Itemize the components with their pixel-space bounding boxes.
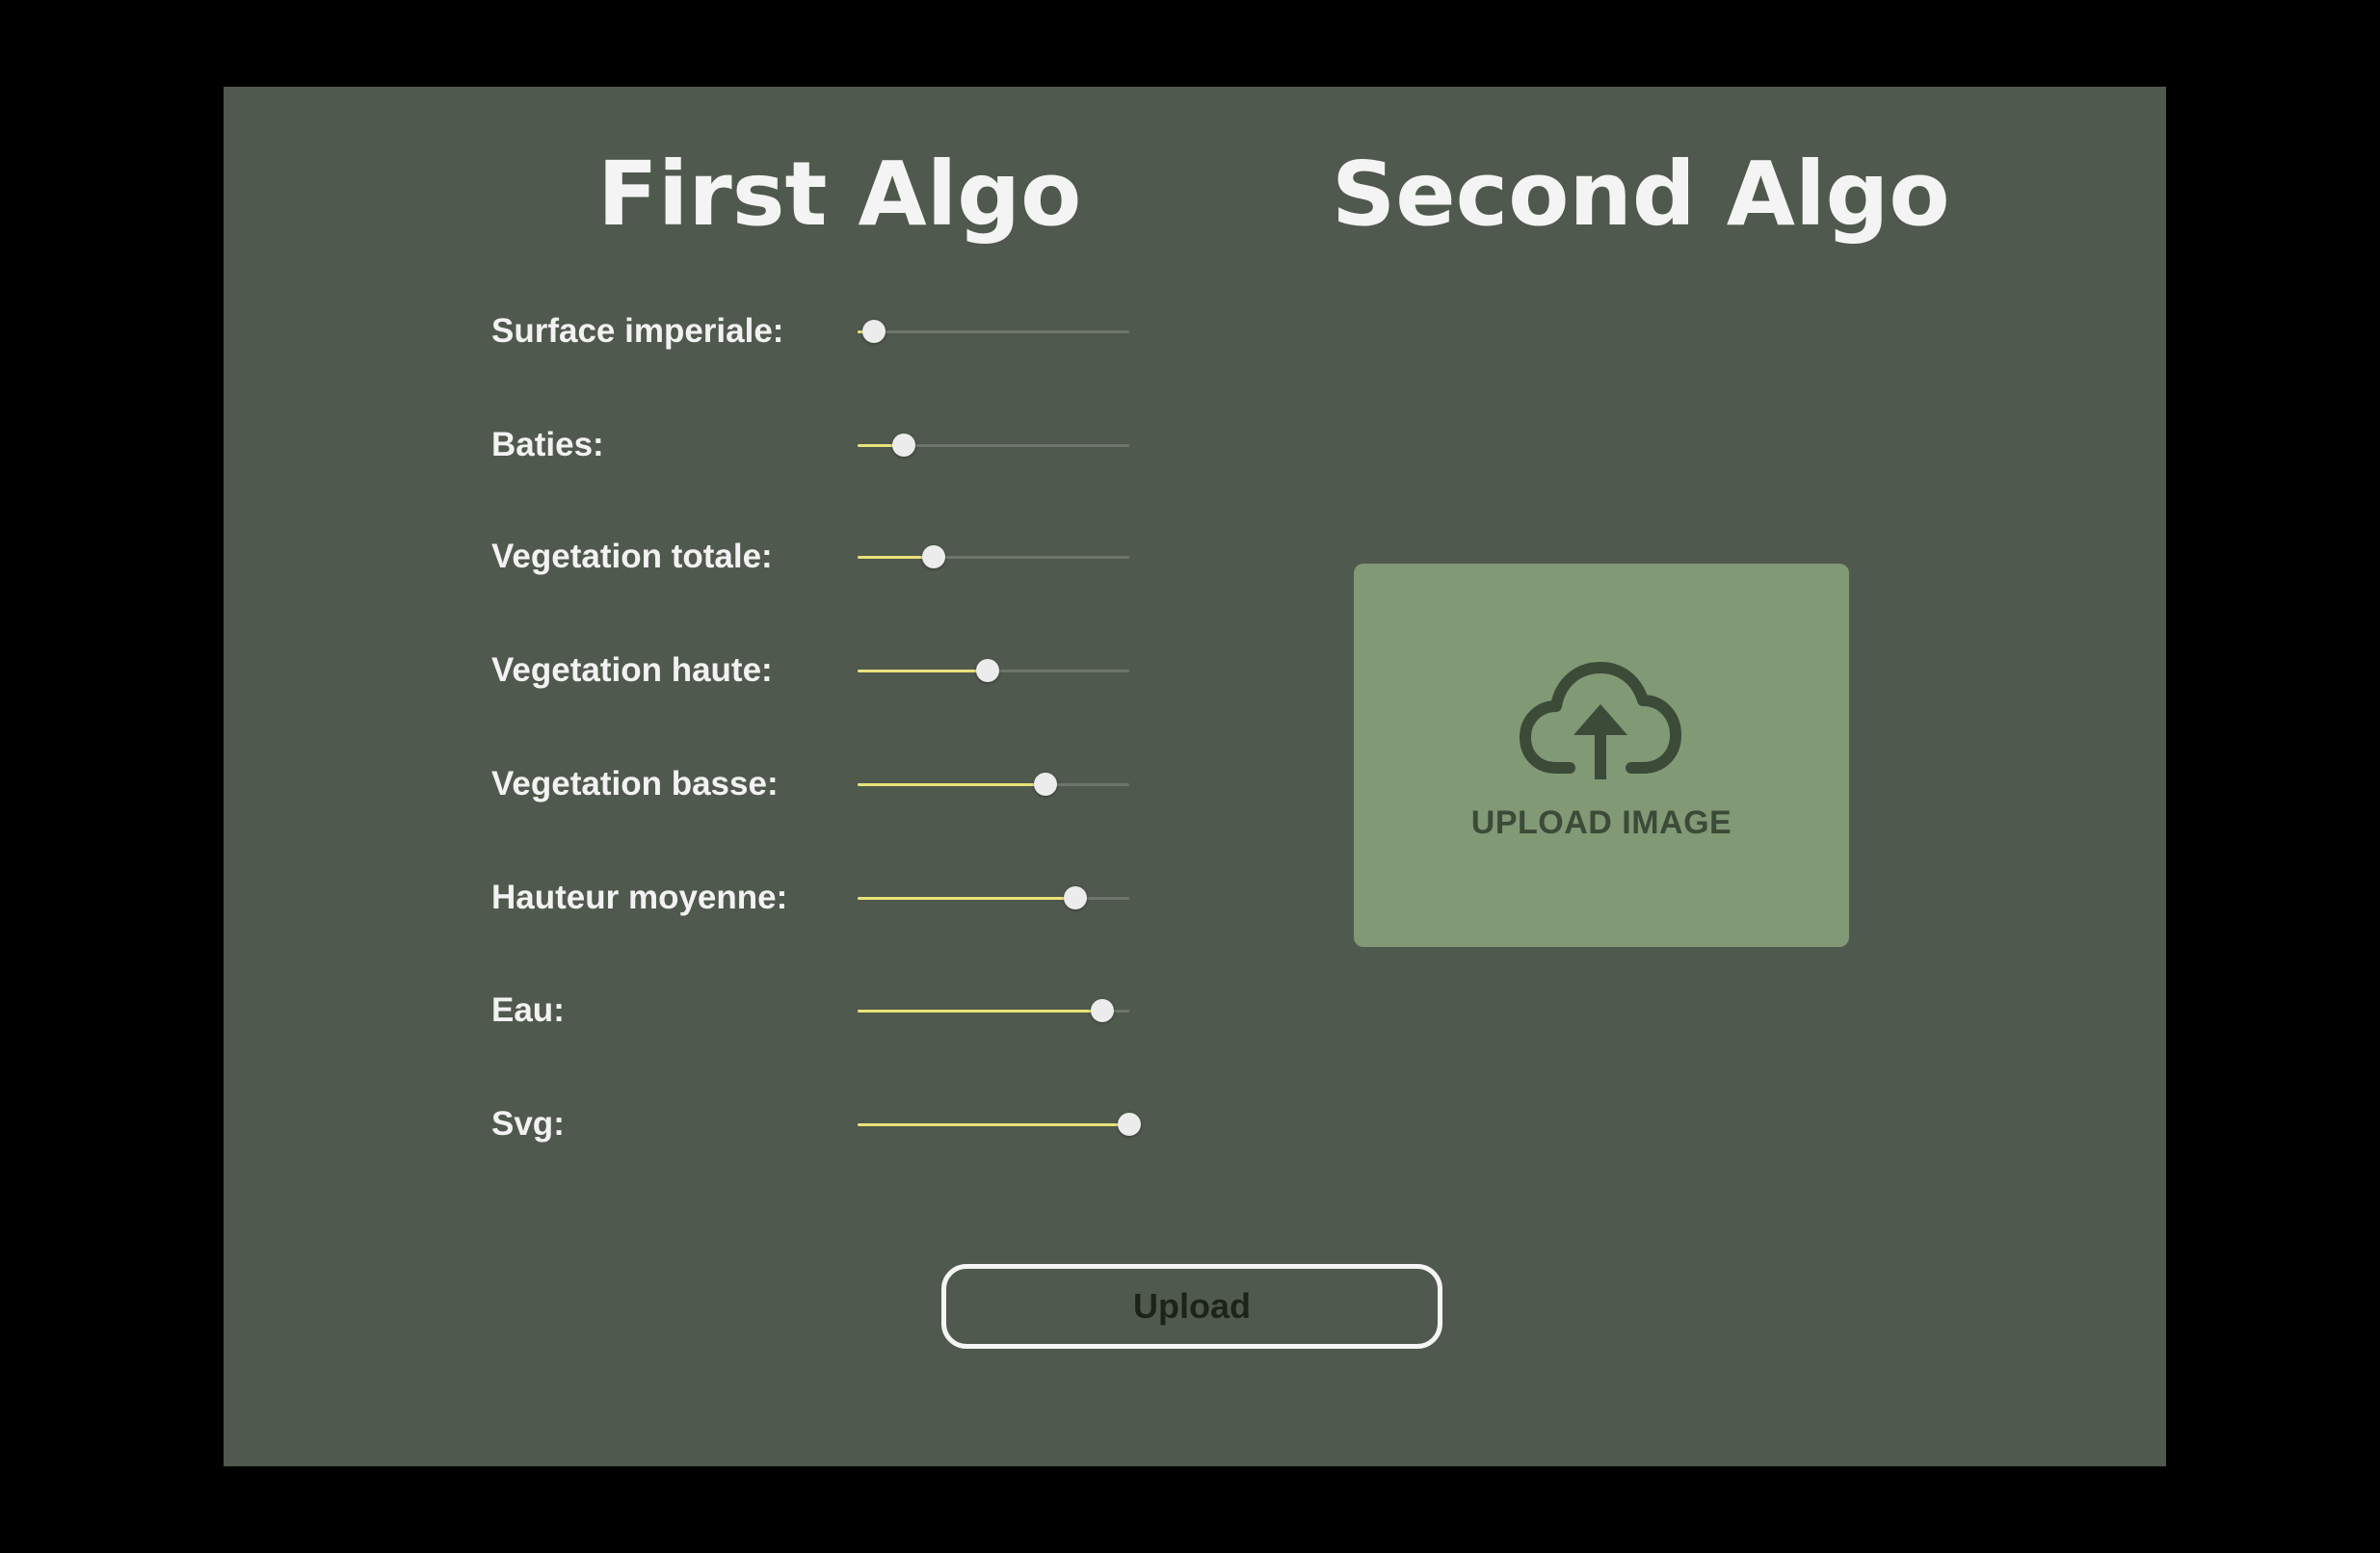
slider-row-vegetation-totale: Vegetation totale: xyxy=(491,528,1262,586)
slider-label: Svg: xyxy=(491,1105,565,1143)
vegetation-basse-slider[interactable] xyxy=(858,755,1129,813)
vegetation-totale-slider[interactable] xyxy=(858,528,1129,586)
baties-slider[interactable] xyxy=(858,416,1129,474)
slider-label: Vegetation basse: xyxy=(491,765,779,803)
upload-image-dropzone[interactable]: UPLOAD IMAGE xyxy=(1354,564,1849,947)
slider-label: Hauteur moyenne: xyxy=(491,879,788,916)
slider-thumb[interactable] xyxy=(976,659,1000,682)
slider-row-surface-imperiale: Surface imperiale: xyxy=(491,303,1262,360)
vegetation-haute-slider[interactable] xyxy=(858,642,1129,699)
first-algo-heading: First Algo xyxy=(597,143,1082,246)
svg-slider[interactable] xyxy=(858,1095,1141,1153)
slider-thumb[interactable] xyxy=(1033,773,1057,796)
slider-row-vegetation-basse: Vegetation basse: xyxy=(491,755,1262,813)
slider-label: Vegetation totale: xyxy=(491,538,773,575)
cloud-upload-icon xyxy=(1520,662,1681,779)
slider-track xyxy=(858,330,1129,333)
slider-thumb[interactable] xyxy=(1090,999,1114,1022)
slider-row-svg: Svg: xyxy=(491,1095,1262,1153)
slider-fill xyxy=(858,670,989,672)
upload-button[interactable]: Upload xyxy=(941,1264,1442,1349)
slider-thumb[interactable] xyxy=(1118,1113,1141,1136)
slider-thumb[interactable] xyxy=(921,545,945,568)
slider-thumb[interactable] xyxy=(1063,886,1087,909)
slider-row-baties: Baties: xyxy=(491,416,1262,474)
slider-thumb[interactable] xyxy=(861,320,886,343)
slider-label: Surface imperiale: xyxy=(491,312,784,350)
surface-imperiale-slider[interactable] xyxy=(858,303,1129,360)
slider-row-vegetation-haute: Vegetation haute: xyxy=(491,642,1262,699)
slider-row-hauteur-moyenne: Hauteur moyenne: xyxy=(491,869,1262,927)
hauteur-moyenne-slider[interactable] xyxy=(858,869,1129,927)
slider-fill xyxy=(858,1123,1129,1126)
slider-row-eau: Eau: xyxy=(491,982,1262,1040)
slider-label: Eau: xyxy=(491,991,565,1029)
eau-slider[interactable] xyxy=(858,982,1129,1040)
slider-fill xyxy=(858,897,1075,900)
slider-thumb[interactable] xyxy=(891,434,915,457)
slider-label: Vegetation haute: xyxy=(491,651,773,689)
slider-label: Baties: xyxy=(491,426,604,463)
slider-fill xyxy=(858,783,1045,786)
slider-fill xyxy=(858,1010,1102,1013)
upload-image-label: UPLOAD IMAGE xyxy=(1470,804,1732,841)
second-algo-heading: Second Algo xyxy=(1332,143,1950,246)
app-panel: First Algo Second Algo Surface imperiale… xyxy=(224,87,2166,1466)
